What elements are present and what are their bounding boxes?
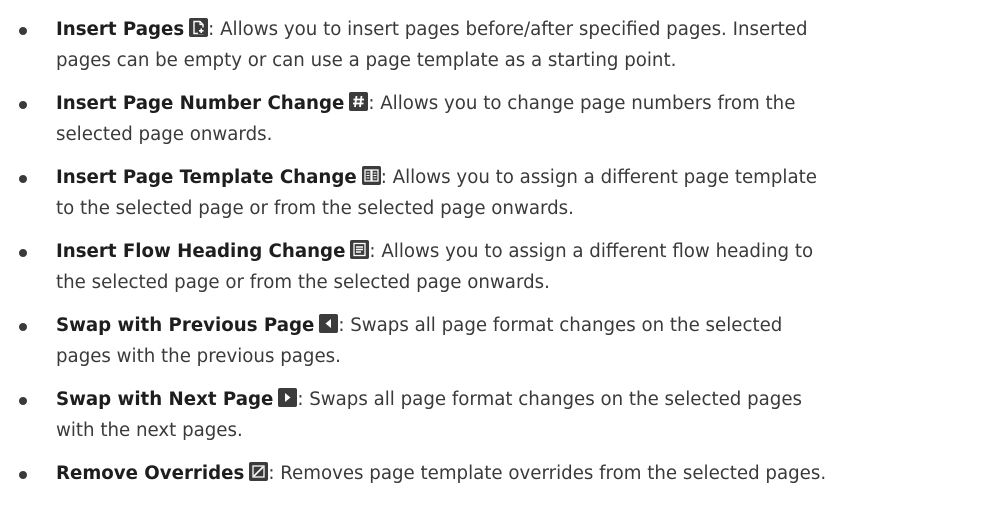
item-name: Insert Page Template Change [56,167,357,188]
bullet [19,27,27,35]
item-line-1: Insert Pages : Allows you to insert pages… [56,14,978,45]
item-desc: : Allows you to change page numbers from… [368,93,796,114]
item-name: Insert Flow Heading Change [56,241,346,262]
item-line-1: Swap with Previous Page : Swaps all page … [56,310,978,341]
item-line-2: pages with the previous pages. [56,346,341,367]
list-item-page-number-change: Insert Page Number Change : Allows you to… [0,88,992,150]
item-desc: : Allows you to assign a different page … [380,167,817,188]
item-line-2: pages can be empty or can use a page tem… [56,50,677,71]
item-name: Insert Pages [56,19,185,40]
item-desc: : Swaps all page format changes on the s… [338,315,783,336]
item-line-1: Insert Page Template Change : Allows you … [56,162,978,193]
item-line-1: Remove Overrides : Removes page template … [56,458,978,489]
previous-arrow-icon [319,314,339,333]
item-line-1: Insert Flow Heading Change : Allows you t… [56,236,978,267]
item-desc: : Swaps all page format changes on the s… [297,389,803,410]
list-item-swap-previous: Swap with Previous Page : Swaps all page … [0,310,992,372]
item-name: Swap with Next Page [56,389,274,410]
list-item-flow-heading-change: Insert Flow Heading Change : Allows you t… [0,236,992,298]
item-desc: : Removes page template overrides from t… [268,463,827,484]
list-item-swap-next: Swap with Next Page : Swaps all page form… [0,384,992,446]
item-line-2: with the next pages. [56,420,243,441]
list-item-page-template-change: Insert Page Template Change : Allows you … [0,162,992,224]
item-name: Insert Page Number Change [56,93,345,114]
bullet [19,175,27,183]
item-desc: : Allows you to insert pages before/afte… [208,19,808,40]
insert-pages-icon [189,18,209,37]
bullet [19,249,27,257]
document-page: Insert Pages : Allows you to insert pages… [0,0,992,520]
item-line-1: Swap with Next Page : Swaps all page form… [56,384,978,415]
list-item-insert-pages: Insert Pages : Allows you to insert pages… [0,14,992,76]
item-name: Swap with Previous Page [56,315,315,336]
item-name: Remove Overrides [56,463,245,484]
item-line-1: Insert Page Number Change : Allows you to… [56,88,978,119]
bullet [19,101,27,109]
item-line-2: selected page onwards. [56,124,273,145]
bullet [19,323,27,331]
item-line-2: to the selected page or from the selecte… [56,198,574,219]
item-desc: : Allows you to assign a different flow … [369,241,814,262]
item-line-2: the selected page or from the selected p… [56,272,550,293]
remove-overrides-icon [249,462,269,481]
list-item-remove-overrides: Remove Overrides : Removes page template … [0,458,992,489]
bullet [19,397,27,405]
page-template-icon [361,166,381,185]
next-arrow-icon [278,388,298,407]
page-number-hash-icon [349,92,369,111]
flow-heading-icon [350,240,370,259]
bullet [19,471,27,479]
feature-list: Insert Pages : Allows you to insert pages… [0,14,992,501]
